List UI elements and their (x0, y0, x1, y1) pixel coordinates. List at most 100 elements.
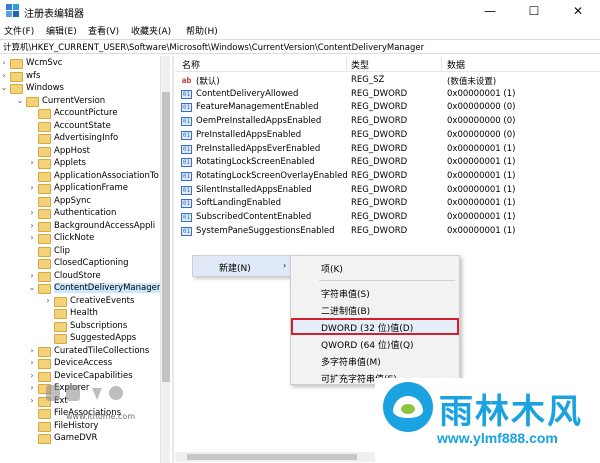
tree-item[interactable]: AppHost (0, 146, 160, 158)
tree-item[interactable]: AdvertisingInfo (0, 133, 160, 145)
submenu-item-qword64[interactable]: QWORD (64 位)值(Q) (291, 335, 459, 352)
value-name: SystemPaneSuggestionsEnabled (196, 225, 335, 236)
tree-item[interactable]: AppSync (0, 196, 160, 208)
tree-item[interactable]: › DeviceCapabilities (0, 371, 160, 383)
tree-item[interactable]: ClosedCaptioning (0, 258, 160, 270)
submenu-item-key[interactable]: 项(K) (291, 259, 459, 276)
folder-icon (54, 296, 67, 307)
folder-icon (38, 434, 51, 444)
tree-item[interactable]: › DeviceAccess (0, 358, 160, 370)
column-data-header[interactable]: 数据 (447, 58, 465, 71)
value-data: 0x00000001 (1) (447, 198, 516, 209)
submenu-item-string[interactable]: 字符串值(S) (291, 284, 459, 301)
value-row[interactable]: 01 SystemPaneSuggestionsEnabled REG_DWORD 0… (175, 225, 600, 238)
submenu-item-binary[interactable]: 二进制值(B) (291, 301, 459, 318)
tree-scrollbar[interactable] (160, 56, 170, 463)
menu-file[interactable]: 文件(F) (4, 24, 34, 37)
tree-item[interactable]: AccountState (0, 121, 160, 133)
value-row[interactable]: 01 ContentDeliveryAllowed REG_DWORD 0x00000… (175, 88, 600, 101)
tree-item[interactable]: › Applets (0, 158, 160, 170)
tree-item-label: WcmSvc (26, 58, 63, 68)
tree-item[interactable]: ⌄ Windows (0, 83, 160, 95)
submenu-item-label: 多字符串值(M) (321, 358, 381, 368)
value-row[interactable]: 01 PreInstalledAppsEverEnabled REG_DWORD 0x… (175, 143, 600, 156)
folder-icon (38, 196, 51, 207)
tree-item[interactable]: › Authentication (0, 208, 160, 220)
tree-expander-icon[interactable]: ⌄ (28, 283, 36, 292)
menu-edit[interactable]: 编辑(E) (46, 24, 77, 37)
tree-expander-icon[interactable]: › (0, 71, 8, 80)
folder-icon (38, 346, 51, 357)
submenu-item-dword32[interactable]: DWORD (32 位)值(D) (291, 318, 459, 335)
tree-item[interactable]: ⌄ CurrentVersion (0, 96, 160, 108)
menu-help[interactable]: 帮助(H) (186, 24, 218, 37)
tree-expander-icon[interactable]: › (28, 371, 36, 380)
folder-icon (26, 96, 39, 107)
value-row[interactable]: 01 SubscribedContentEnabled REG_DWORD 0x000… (175, 211, 600, 224)
folder-icon (38, 134, 51, 144)
tree-expander-icon[interactable]: › (28, 158, 36, 167)
tree-expander-icon[interactable]: › (28, 208, 36, 217)
tree-expander-icon[interactable]: › (28, 383, 36, 392)
tree-scroll-thumb[interactable] (162, 92, 170, 382)
tree-item-label: CurrentVersion (42, 95, 106, 106)
tree-expander-icon[interactable]: › (28, 346, 36, 355)
tree-item[interactable]: SuggestedApps (0, 333, 160, 345)
tree-item[interactable]: › CreativeEvents (0, 296, 160, 308)
value-type: REG_SZ (351, 75, 385, 85)
minimize-button[interactable]: — (468, 0, 512, 22)
tree-item[interactable]: GameDVR (0, 433, 160, 445)
tree-expander-icon[interactable]: ⌄ (16, 96, 24, 105)
tree-item[interactable]: FileHistory (0, 421, 160, 433)
value-row[interactable]: 01 PreInstalledAppsEnabled REG_DWORD 0x0000… (175, 129, 600, 142)
menu-view[interactable]: 查看(V) (88, 24, 119, 37)
tree-expander-icon[interactable]: › (28, 183, 36, 192)
tree-item[interactable]: AccountPicture (0, 108, 160, 120)
submenu-item-multistring[interactable]: 多字符串值(M) (291, 352, 459, 369)
tree-item[interactable]: › WcmSvc (0, 58, 160, 70)
close-button[interactable]: ✕ (556, 0, 600, 22)
tree-item[interactable]: Clip (0, 246, 160, 258)
value-row[interactable]: 01 FeatureManagementEnabled REG_DWORD 0x000… (175, 101, 600, 114)
maximize-button[interactable]: ☐ (512, 0, 556, 22)
tree-expander-icon[interactable]: › (0, 58, 8, 67)
value-row[interactable]: 01 RotatingLockScreenEnabled REG_DWORD 0x00… (175, 156, 600, 169)
tree-item[interactable]: ApplicationAssociationTo (0, 171, 160, 183)
regedit-app-icon (6, 4, 19, 17)
tree-expander-icon[interactable]: › (28, 271, 36, 280)
value-row[interactable]: 01 OemPreInstalledAppsEnabled REG_DWORD 0x0… (175, 115, 600, 128)
address-bar[interactable]: 计算机\HKEY_CURRENT_USER\Software\Microsoft… (0, 39, 600, 54)
tree-item[interactable]: › ClickNote (0, 233, 160, 245)
tree-item[interactable]: ⌄ ContentDeliveryManager (0, 283, 161, 295)
tree-expander-icon[interactable]: › (28, 221, 36, 230)
tree-item[interactable]: › CloudStore (0, 271, 160, 283)
tree-item[interactable]: › BackgroundAccessAppli (0, 221, 160, 233)
pane-splitter[interactable] (172, 56, 174, 463)
tree-expander-icon[interactable]: › (28, 396, 36, 405)
value-type: REG_DWORD (351, 157, 408, 168)
value-row[interactable]: 01 SoftLandingEnabled REG_DWORD 0x00000001 … (175, 197, 600, 210)
value-type: REG_DWORD (351, 225, 408, 236)
list-horizontal-scrollbar[interactable] (175, 452, 375, 462)
list-scroll-thumb[interactable] (187, 454, 357, 460)
value-row[interactable]: 01 RotatingLockScreenOverlayEnabled REG_DW… (175, 170, 600, 183)
tree-expander-icon[interactable]: › (44, 296, 52, 305)
tree-item[interactable]: Subscriptions (0, 321, 160, 333)
tree-expander-icon[interactable]: ⌄ (0, 83, 8, 92)
value-row[interactable]: 01 SilentInstalledAppsEnabled REG_DWORD 0x0… (175, 184, 600, 197)
tree-expander-icon[interactable]: › (28, 358, 36, 367)
tree-item[interactable]: Health (0, 308, 160, 320)
tree-item[interactable]: › ApplicationFrame (0, 183, 160, 195)
column-name-header[interactable]: 名称 (182, 58, 200, 71)
menu-item-new[interactable]: 新建(N) › (193, 256, 297, 276)
menu-favorites[interactable]: 收藏夹(A) (131, 24, 171, 37)
ithome-watermark-text: www.ithome.com (66, 412, 136, 421)
column-type-header[interactable]: 类型 (351, 58, 369, 71)
tree-expander-icon[interactable]: › (28, 233, 36, 242)
tree-item[interactable]: › wfs (0, 71, 160, 83)
tree-item-label: AdvertisingInfo (54, 133, 119, 143)
folder-icon (38, 371, 51, 382)
tree-item[interactable]: › CuratedTileCollections (0, 346, 160, 358)
tree-item-label: GameDVR (54, 433, 98, 443)
value-row[interactable]: ab (默认) REG_SZ (数值未设置) (175, 74, 600, 87)
